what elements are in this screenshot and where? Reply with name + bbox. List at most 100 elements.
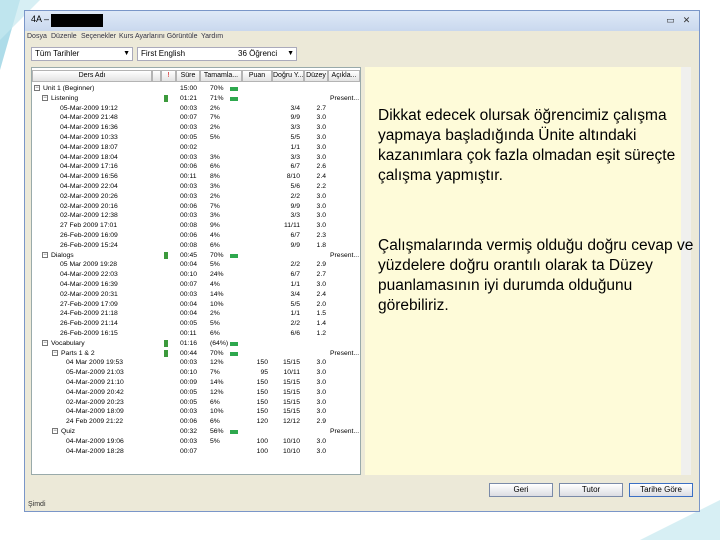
table-row[interactable]: 04-Mar-2009 17:16 00:06 6% 6/7 2.6	[32, 162, 360, 172]
col-header-flag[interactable]: !	[161, 70, 176, 82]
table-row[interactable]: − Unit 1 (Beginner) 15:00 70%	[32, 84, 360, 94]
row-note: Present...	[330, 349, 360, 357]
table-row[interactable]: 24-Feb-2009 21:18 00:04 2% 1/1 1.5	[32, 309, 360, 319]
table-row[interactable]: 04-Mar-2009 16:36 00:03 2% 3/3 3.0	[32, 123, 360, 133]
collapse-toggle-icon[interactable]: −	[42, 251, 48, 258]
col-header-score[interactable]: Puan	[242, 70, 272, 82]
back-button[interactable]: Geri	[489, 483, 553, 497]
row-correct: 15/15	[282, 388, 300, 396]
col-header-correct[interactable]: Doğru Y...	[272, 70, 304, 82]
row-percent: 6%	[210, 163, 220, 171]
row-score: 100	[256, 437, 268, 445]
table-row[interactable]: − Listening 01:21 71% Present...	[32, 94, 360, 104]
table-row[interactable]: 26-Feb-2009 21:14 00:05 5% 2/2 1.4	[32, 319, 360, 329]
menu-kurs-ayarlari[interactable]: Kurs Ayarlarını Görüntüle	[119, 33, 197, 40]
table-row[interactable]: 26-Feb-2009 15:24 00:08 6% 9/9 1.8	[32, 241, 360, 251]
progress-bar	[230, 430, 238, 434]
table-row[interactable]: 05 Mar 2009 19:28 00:04 5% 2/2 2.9	[32, 260, 360, 270]
row-level: 3.0	[316, 379, 326, 386]
col-header-lesson[interactable]: Ders Adı	[32, 70, 152, 82]
row-name: 24 Feb 2009 21:22	[66, 418, 124, 426]
table-row[interactable]: 04-Mar-2009 18:04 00:03 3% 3/3 3.0	[32, 153, 360, 163]
col-header-time[interactable]: Süre	[176, 70, 200, 82]
row-level: 1.4	[316, 320, 326, 328]
close-icon[interactable]: ✕	[681, 15, 692, 26]
row-note: Present...	[330, 251, 360, 259]
table-row[interactable]: 05-Mar-2009 19:12 00:03 2% 3/4 2.7	[32, 104, 360, 114]
table-row[interactable]: 02-Mar-2009 20:16 00:06 7% 9/9 3.0	[32, 202, 360, 212]
row-correct: 10/10	[282, 437, 300, 445]
col-header-sort[interactable]	[152, 70, 161, 82]
table-row[interactable]: 04-Mar-2009 22:03 00:10 24% 6/7 2.7	[32, 270, 360, 280]
table-row[interactable]: 04-Mar-2009 18:07 00:02 1/1 3.0	[32, 143, 360, 153]
col-header-level[interactable]: Düzey	[304, 70, 328, 82]
row-time: 00:05	[180, 320, 198, 328]
collapse-toggle-icon[interactable]: −	[42, 94, 48, 101]
table-row[interactable]: 04-Mar-2009 16:39 00:07 4% 1/1 3.0	[32, 280, 360, 290]
row-name: 04-Mar-2009 18:04	[60, 153, 118, 161]
row-percent: 70%	[210, 349, 224, 357]
row-percent: 5%	[210, 134, 220, 141]
table-row[interactable]: 04-Mar-2009 18:28 00:07 100 10/10 3.0	[32, 447, 360, 457]
table-row[interactable]: 27-Feb-2009 17:09 00:04 10% 5/5 2.0	[32, 300, 360, 310]
row-percent: 6%	[210, 418, 220, 426]
row-level: 2.4	[316, 173, 326, 181]
collapse-toggle-icon[interactable]: −	[34, 85, 40, 91]
col-header-complete[interactable]: Tamamla...	[200, 70, 242, 82]
table-row[interactable]: 27 Feb 2009 17:01 00:08 9% 11/11 3.0	[32, 221, 360, 231]
table-row[interactable]: 04-Mar-2009 16:56 00:11 8% 8/10 2.4	[32, 172, 360, 182]
row-time: 00:45	[180, 251, 198, 259]
menu-secenekler[interactable]: Seçenekler	[81, 33, 116, 40]
collapse-toggle-icon[interactable]: −	[52, 349, 58, 356]
table-row[interactable]: 04-Mar-2009 21:10 00:09 14% 150 15/15 3.0	[32, 378, 360, 388]
table-row[interactable]: − Parts 1 & 2 00:44 70% Present...	[32, 349, 360, 359]
row-level: 3.0	[316, 437, 326, 445]
row-level: 3.0	[316, 447, 326, 455]
row-percent: 3%	[210, 153, 220, 161]
row-name: 27 Feb 2009 17:01	[60, 222, 118, 230]
row-percent: 2%	[210, 104, 220, 112]
row-score: 150	[256, 388, 268, 396]
table-row[interactable]: − Dialogs 00:45 70% Present...	[32, 251, 360, 261]
date-filter-select[interactable]: Tüm Tarihler ▼	[31, 47, 133, 61]
row-level: 2.6	[316, 163, 326, 171]
collapse-toggle-icon[interactable]: −	[42, 339, 48, 346]
table-row[interactable]: 04-Mar-2009 18:09 00:03 10% 150 15/15 3.0	[32, 407, 360, 417]
sort-by-date-button[interactable]: Tarihe Göre	[629, 483, 693, 497]
maximize-icon[interactable]: ▭	[665, 15, 676, 26]
menu-yardim[interactable]: Yardım	[201, 33, 223, 40]
table-row[interactable]: 04-Mar-2009 10:33 00:05 5% 5/5 3.0	[32, 133, 360, 143]
table-row[interactable]: 04-Mar-2009 22:04 00:03 3% 5/6 2.2	[32, 182, 360, 192]
collapse-toggle-icon[interactable]: −	[52, 428, 58, 434]
menu-dosya[interactable]: Dosya	[27, 33, 47, 40]
table-row[interactable]: 02-Mar-2009 20:23 00:05 6% 150 15/15 3.0	[32, 398, 360, 408]
table-row[interactable]: 26-Feb-2009 16:09 00:06 4% 6/7 2.3	[32, 231, 360, 241]
row-level: 3.0	[316, 408, 326, 416]
row-level: 2.4	[316, 290, 326, 298]
course-select[interactable]: First English 36 Öğrenci ▼	[137, 47, 297, 61]
table-row[interactable]: − Quiz 00:32 56% Present...	[32, 427, 360, 437]
row-time: 00:11	[180, 173, 197, 181]
table-row[interactable]: 02-Mar-2009 20:26 00:03 2% 2/2 3.0	[32, 192, 360, 202]
table-row[interactable]: 24 Feb 2009 21:22 00:06 6% 120 12/12 2.9	[32, 417, 360, 427]
row-percent: 14%	[210, 379, 224, 386]
row-note: Present...	[330, 94, 360, 102]
table-row[interactable]: 02-Mar-2009 20:31 00:03 14% 3/4 2.4	[32, 290, 360, 300]
menu-duzenle[interactable]: Düzenle	[51, 33, 77, 40]
table-row[interactable]: 04-Mar-2009 20:42 00:05 12% 150 15/15 3.0	[32, 388, 360, 398]
table-row[interactable]: 04 Mar 2009 19:53 00:03 12% 150 15/15 3.0	[32, 358, 360, 368]
row-time: 00:03	[180, 437, 198, 445]
col-header-note[interactable]: Açıkla...	[328, 70, 360, 82]
table-row[interactable]: 04-Mar-2009 19:06 00:03 5% 100 10/10 3.0	[32, 437, 360, 447]
table-row[interactable]: 02-Mar-2009 12:38 00:03 3% 3/3 3.0	[32, 211, 360, 221]
row-level: 2.3	[316, 232, 326, 239]
table-row[interactable]: 04-Mar-2009 21:48 00:07 7% 9/9 3.0	[32, 113, 360, 123]
table-row[interactable]: 05-Mar-2009 21:03 00:10 7% 95 10/11 3.0	[32, 368, 360, 378]
row-name: 02-Mar-2009 20:23	[66, 398, 124, 406]
row-time: 00:07	[180, 447, 198, 455]
flag-icon	[164, 251, 168, 259]
table-row[interactable]: − Vocabulary 01:16 (64%)	[32, 339, 360, 349]
row-percent: 6%	[210, 241, 220, 249]
table-row[interactable]: 26-Feb-2009 16:15 00:11 6% 6/6 1.2	[32, 329, 360, 339]
tutor-button[interactable]: Tutor	[559, 483, 623, 497]
